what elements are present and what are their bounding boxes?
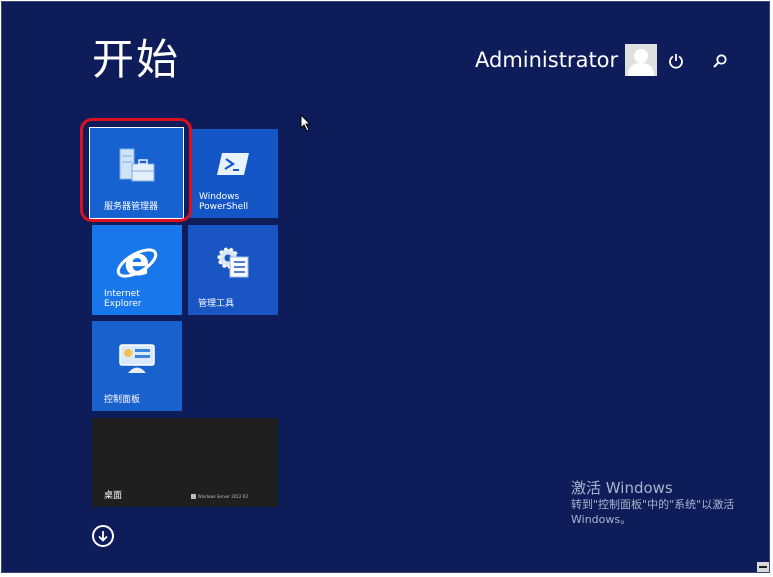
activation-watermark: 激活 Windows 转到"控制面板"中的"系统"以激活 Windows。 xyxy=(571,479,751,527)
search-icon[interactable] xyxy=(707,48,733,74)
internet-explorer-icon: e xyxy=(114,240,160,289)
tile-internet-explorer[interactable]: e Internet Explorer xyxy=(92,225,182,315)
tile-label: Windows PowerShell xyxy=(199,192,249,212)
desktop-watermark: Windows Server 2012 R2 xyxy=(190,494,248,499)
tile-powershell[interactable]: Windows PowerShell xyxy=(189,129,278,218)
tile-label: 控制面板 xyxy=(104,395,141,405)
user-avatar-icon[interactable] xyxy=(625,44,658,76)
tile-admin-tools[interactable]: 管理工具 xyxy=(188,225,278,315)
power-icon[interactable] xyxy=(663,48,689,74)
user-account[interactable]: Administrator xyxy=(475,44,658,76)
svg-text:e: e xyxy=(124,241,150,284)
tile-label: Internet Explorer xyxy=(104,289,142,309)
minimize-icon[interactable] xyxy=(757,562,769,572)
arrow-down-circle-icon[interactable] xyxy=(92,525,114,547)
page-title: 开始 xyxy=(92,35,181,84)
selection-highlight xyxy=(80,118,192,222)
powershell-icon xyxy=(216,151,250,181)
activation-description: 转到"控制面板"中的"系统"以激活 Windows。 xyxy=(571,498,735,526)
tile-desktop[interactable]: Windows Server 2012 R2 桌面 xyxy=(92,418,278,507)
user-name[interactable]: Administrator xyxy=(475,44,618,76)
activation-title: 激活 Windows xyxy=(571,479,673,497)
mouse-cursor-icon xyxy=(300,113,312,136)
windows-logo-icon xyxy=(190,494,196,499)
tile-label: 桌面 xyxy=(104,491,123,501)
start-screen: 开始 Administrator 服务器管理器 Windows PowerShe… xyxy=(0,0,773,577)
tile-label: 管理工具 xyxy=(198,299,235,309)
control-panel-icon xyxy=(118,343,156,379)
tile-control-panel[interactable]: 控制面板 xyxy=(92,321,182,411)
desktop-watermark-text: Windows Server 2012 R2 xyxy=(197,494,248,499)
admin-tools-icon xyxy=(215,245,251,283)
